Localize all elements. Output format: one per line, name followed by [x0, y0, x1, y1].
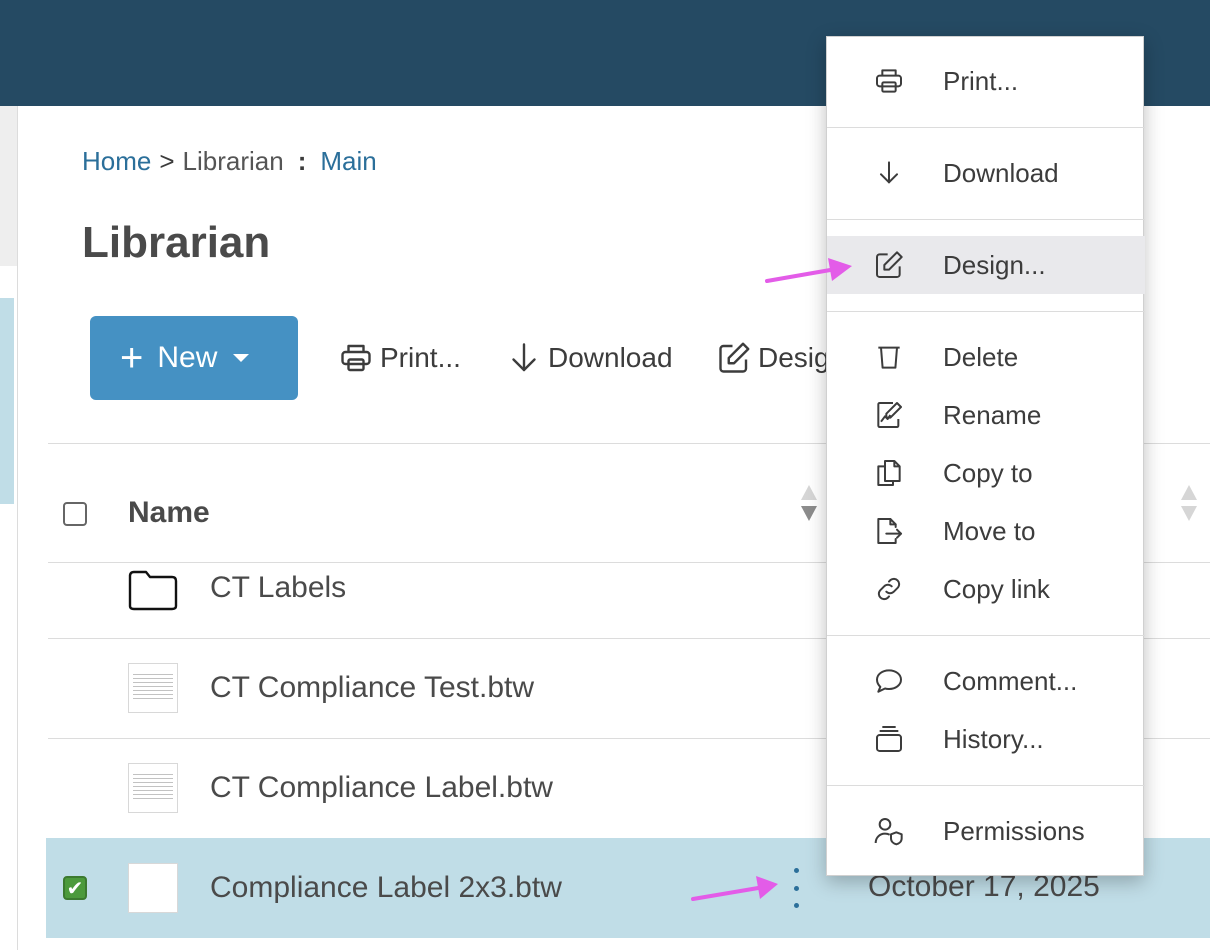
label-thumbnail — [128, 863, 178, 913]
menu-item-label: Copy link — [943, 573, 1050, 604]
breadcrumb-home-link[interactable]: Home — [82, 146, 151, 176]
breadcrumb-separator: > — [159, 146, 175, 176]
pencil-square-icon — [719, 342, 750, 373]
printer-icon — [341, 344, 371, 372]
breadcrumb: Home > Librarian: Main — [82, 146, 377, 177]
menu-divider — [827, 311, 1145, 312]
menu-item-label: History... — [943, 723, 1044, 754]
toolbar-print-label: Print... — [380, 342, 461, 373]
menu-item-label: Rename — [943, 399, 1042, 430]
annotation-arrow-icon — [691, 876, 778, 901]
toolbar-design-button[interactable]: Desig — [716, 336, 830, 380]
move-icon — [877, 518, 902, 544]
menu-item-copy-link[interactable]: Copy link — [827, 560, 1145, 618]
plus-icon: + — [120, 336, 144, 380]
menu-item-label: Download — [943, 157, 1059, 188]
menu-divider — [827, 635, 1145, 636]
menu-item-delete[interactable]: Delete — [827, 328, 1145, 386]
copy-icon — [877, 460, 901, 486]
page-title: Librarian — [82, 218, 271, 267]
download-arrow-icon — [512, 343, 536, 372]
branch-link[interactable]: Main — [320, 146, 376, 176]
rename-icon — [877, 402, 902, 428]
menu-item-copy-to[interactable]: Copy to — [827, 444, 1145, 502]
pencil-square-icon — [876, 251, 903, 278]
table-row-name[interactable]: Compliance Label 2x3.btw — [210, 871, 562, 905]
table-row-name[interactable]: CT Labels — [210, 571, 346, 605]
menu-item-label: Move to — [943, 515, 1036, 546]
menu-item-design[interactable]: Design... — [827, 236, 1145, 294]
toolbar-download-label: Download — [548, 342, 673, 373]
menu-item-print[interactable]: Print... — [827, 52, 1145, 110]
menu-item-label: Permissions — [943, 815, 1085, 846]
table-row-name[interactable]: CT Compliance Label.btw — [210, 771, 553, 805]
menu-item-label: Comment... — [943, 665, 1078, 696]
toolbar-design-label: Desig — [758, 342, 830, 373]
select-all-checkbox[interactable] — [63, 502, 87, 526]
menu-divider — [827, 785, 1145, 786]
menu-item-history[interactable]: History... — [827, 710, 1145, 768]
breadcrumb-colon: : — [297, 146, 307, 176]
menu-item-label: Delete — [943, 341, 1019, 372]
breadcrumb-current: Librarian — [182, 146, 284, 176]
menu-item-download[interactable]: Download — [827, 144, 1145, 202]
new-button[interactable]: + New — [90, 316, 298, 400]
table-row-name[interactable]: CT Compliance Test.btw — [210, 671, 534, 705]
menu-item-move-to[interactable]: Move to — [827, 502, 1145, 560]
menu-item-comment[interactable]: Comment... — [827, 652, 1145, 710]
printer-icon — [876, 69, 902, 93]
caret-down-icon — [233, 354, 250, 362]
menu-divider — [827, 127, 1145, 128]
speech-bubble-icon — [876, 669, 902, 693]
label-thumbnail — [128, 663, 178, 713]
more-actions-icon[interactable] — [788, 868, 804, 908]
annotation-arrow-icon — [765, 258, 852, 283]
sort-icon[interactable] — [1180, 485, 1198, 521]
trash-icon — [878, 346, 900, 369]
left-rail-item[interactable] — [0, 106, 17, 266]
sort-icon[interactable] — [800, 485, 818, 521]
label-thumbnail — [128, 763, 178, 813]
user-shield-icon — [874, 818, 903, 846]
history-stack-icon — [876, 726, 902, 752]
context-menu: Print... Download Design... Delete Renam… — [826, 36, 1145, 876]
toolbar-download-button[interactable]: Download — [506, 336, 673, 380]
left-navigation-rail — [0, 106, 18, 950]
menu-divider — [827, 219, 1145, 220]
menu-item-label: Print... — [943, 65, 1019, 96]
row-checkbox[interactable]: ✔ — [63, 876, 87, 900]
download-arrow-icon — [880, 161, 898, 184]
toolbar-print-button[interactable]: Print... — [338, 336, 461, 380]
new-button-label: New — [157, 341, 218, 374]
column-header-name[interactable]: Name — [128, 496, 210, 530]
menu-item-label: Copy to — [943, 457, 1033, 488]
menu-item-label: Design... — [943, 249, 1046, 280]
left-rail-active-item[interactable] — [0, 298, 14, 504]
menu-item-rename[interactable]: Rename — [827, 386, 1145, 444]
link-icon — [877, 577, 901, 601]
folder-icon — [128, 570, 178, 611]
menu-item-permissions[interactable]: Permissions — [827, 802, 1145, 860]
